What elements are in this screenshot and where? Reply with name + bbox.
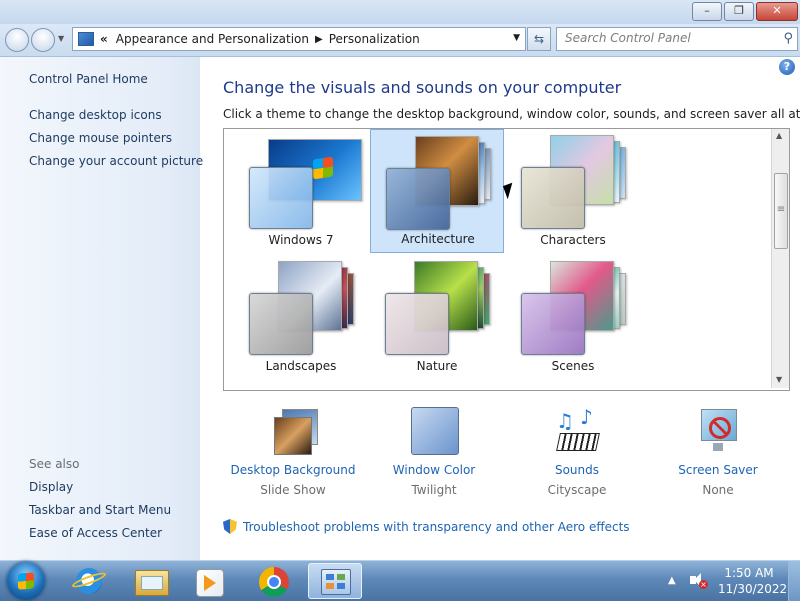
theme-architecture[interactable]: Architecture (370, 129, 504, 253)
breadcrumb-overflow[interactable]: « (100, 32, 108, 46)
theme-color-swatch (386, 168, 450, 230)
window-color-option[interactable]: Window Color Twilight (369, 405, 499, 497)
show-desktop-button[interactable] (788, 561, 800, 601)
theme-characters[interactable]: Characters (506, 129, 640, 253)
change-mouse-pointers-link[interactable]: Change mouse pointers (29, 131, 172, 145)
screen-saver-option[interactable]: Screen Saver None (653, 405, 783, 497)
display-link[interactable]: Display (29, 480, 73, 494)
taskbar-media-player[interactable] (183, 563, 237, 599)
change-desktop-icons-link[interactable]: Change desktop icons (29, 108, 162, 122)
troubleshoot-label[interactable]: Troubleshoot problems with transparency … (243, 520, 630, 534)
breadcrumb-separator-icon[interactable]: ▶ (315, 34, 323, 45)
taskbar: ▲ × 1:50 AM 11/30/2022 (0, 560, 800, 601)
theme-color-swatch (249, 167, 313, 229)
search-input[interactable]: Search Control Panel ⚲ (556, 27, 798, 51)
theme-color-swatch (249, 293, 313, 355)
window-color-value: Twilight (411, 483, 457, 497)
screen-saver-icon (693, 405, 743, 455)
window-controls: – ❐ ✕ (690, 2, 798, 21)
taskbar-control-panel[interactable] (308, 563, 362, 599)
breadcrumb-personalization[interactable]: Personalization (329, 32, 420, 46)
theme-color-swatch (521, 167, 585, 229)
system-clock[interactable]: 1:50 AM 11/30/2022 (718, 565, 788, 597)
theme-label: Characters (540, 233, 606, 247)
search-placeholder: Search Control Panel (565, 31, 691, 45)
theme-label: Architecture (401, 232, 475, 246)
taskbar-internet-explorer[interactable] (63, 563, 117, 599)
theme-label: Landscapes (265, 359, 337, 373)
theme-landscapes[interactable]: Landscapes (234, 255, 368, 379)
control-panel-icon (78, 32, 94, 46)
restore-button[interactable]: ❐ (724, 2, 754, 21)
theme-nature[interactable]: Nature (370, 255, 504, 379)
windows-logo-icon (18, 572, 34, 590)
uac-shield-icon (223, 519, 237, 534)
desktop-background-option[interactable]: Desktop Background Slide Show (228, 405, 358, 497)
sidebar: Control Panel Home Change desktop icons … (0, 57, 203, 560)
taskbar-chrome[interactable] (247, 563, 301, 599)
desktop-background-icon (268, 405, 318, 455)
title-bar: – ❐ ✕ (0, 0, 800, 24)
address-dropdown-icon[interactable]: ▼ (513, 33, 520, 43)
chrome-icon (259, 567, 289, 597)
page-title: Change the visuals and sounds on your co… (223, 78, 622, 97)
desktop-background-link[interactable]: Desktop Background (228, 463, 358, 477)
folder-window-icon (141, 576, 163, 590)
sounds-icon: ♫ ♪ (552, 405, 602, 455)
forward-button[interactable] (31, 28, 55, 52)
change-account-picture-link[interactable]: Change your account picture (29, 154, 203, 168)
windows-logo-icon (313, 156, 333, 180)
volume-muted-icon[interactable]: × (690, 572, 708, 589)
navigation-bar: ▼ « Appearance and Personalization ▶ Per… (0, 24, 800, 57)
theme-windows-7[interactable]: Windows 7 (234, 129, 368, 253)
recent-pages-dropdown[interactable]: ▼ (58, 34, 64, 43)
theme-gallery-scrollbar[interactable]: ▲ ≡ ▼ (771, 129, 789, 388)
page-description: Click a theme to change the desktop back… (223, 107, 800, 121)
media-player-icon (196, 569, 224, 597)
window-color-icon (409, 405, 459, 455)
taskbar-file-explorer[interactable] (124, 563, 178, 599)
refresh-button[interactable]: ⇆ (527, 27, 551, 51)
see-also-label: See also (29, 457, 80, 471)
scroll-up-icon[interactable]: ▲ (776, 131, 782, 140)
breadcrumb-appearance[interactable]: Appearance and Personalization (116, 32, 309, 46)
theme-color-swatch (385, 293, 449, 355)
taskbar-start-menu-link[interactable]: Taskbar and Start Menu (29, 503, 171, 517)
close-button[interactable]: ✕ (756, 2, 798, 21)
control-panel-icon (321, 569, 351, 595)
troubleshoot-aero-link[interactable]: Troubleshoot problems with transparency … (223, 519, 630, 534)
search-icon[interactable]: ⚲ (783, 31, 793, 46)
scroll-thumb[interactable]: ≡ (774, 173, 788, 249)
clock-time: 1:50 AM (724, 566, 774, 580)
sounds-value: Cityscape (547, 483, 607, 497)
help-icon[interactable]: ? (779, 59, 795, 75)
control-panel-home-link[interactable]: Control Panel Home (29, 72, 148, 86)
start-button[interactable] (7, 562, 45, 600)
address-bar[interactable]: « Appearance and Personalization ▶ Perso… (72, 27, 526, 51)
theme-label: Nature (416, 359, 458, 373)
screen-saver-value: None (702, 483, 734, 497)
ease-of-access-link[interactable]: Ease of Access Center (29, 526, 162, 540)
back-button[interactable] (5, 28, 29, 52)
sounds-link[interactable]: Sounds (512, 463, 642, 477)
theme-scenes[interactable]: Scenes (506, 255, 640, 379)
desktop-background-value: Slide Show (260, 483, 326, 497)
clock-date: 11/30/2022 (718, 582, 788, 596)
theme-label: Scenes (551, 359, 595, 373)
window-color-link[interactable]: Window Color (369, 463, 499, 477)
theme-label: Windows 7 (268, 233, 334, 247)
sounds-option[interactable]: ♫ ♪ Sounds Cityscape (512, 405, 642, 497)
scroll-down-icon[interactable]: ▼ (776, 375, 782, 384)
screen-saver-link[interactable]: Screen Saver (653, 463, 783, 477)
theme-color-swatch (521, 293, 585, 355)
theme-gallery: Windows 7 Architecture Characters Landsc… (223, 128, 790, 391)
show-hidden-icons[interactable]: ▲ (668, 575, 676, 586)
minimize-button[interactable]: – (692, 2, 722, 21)
